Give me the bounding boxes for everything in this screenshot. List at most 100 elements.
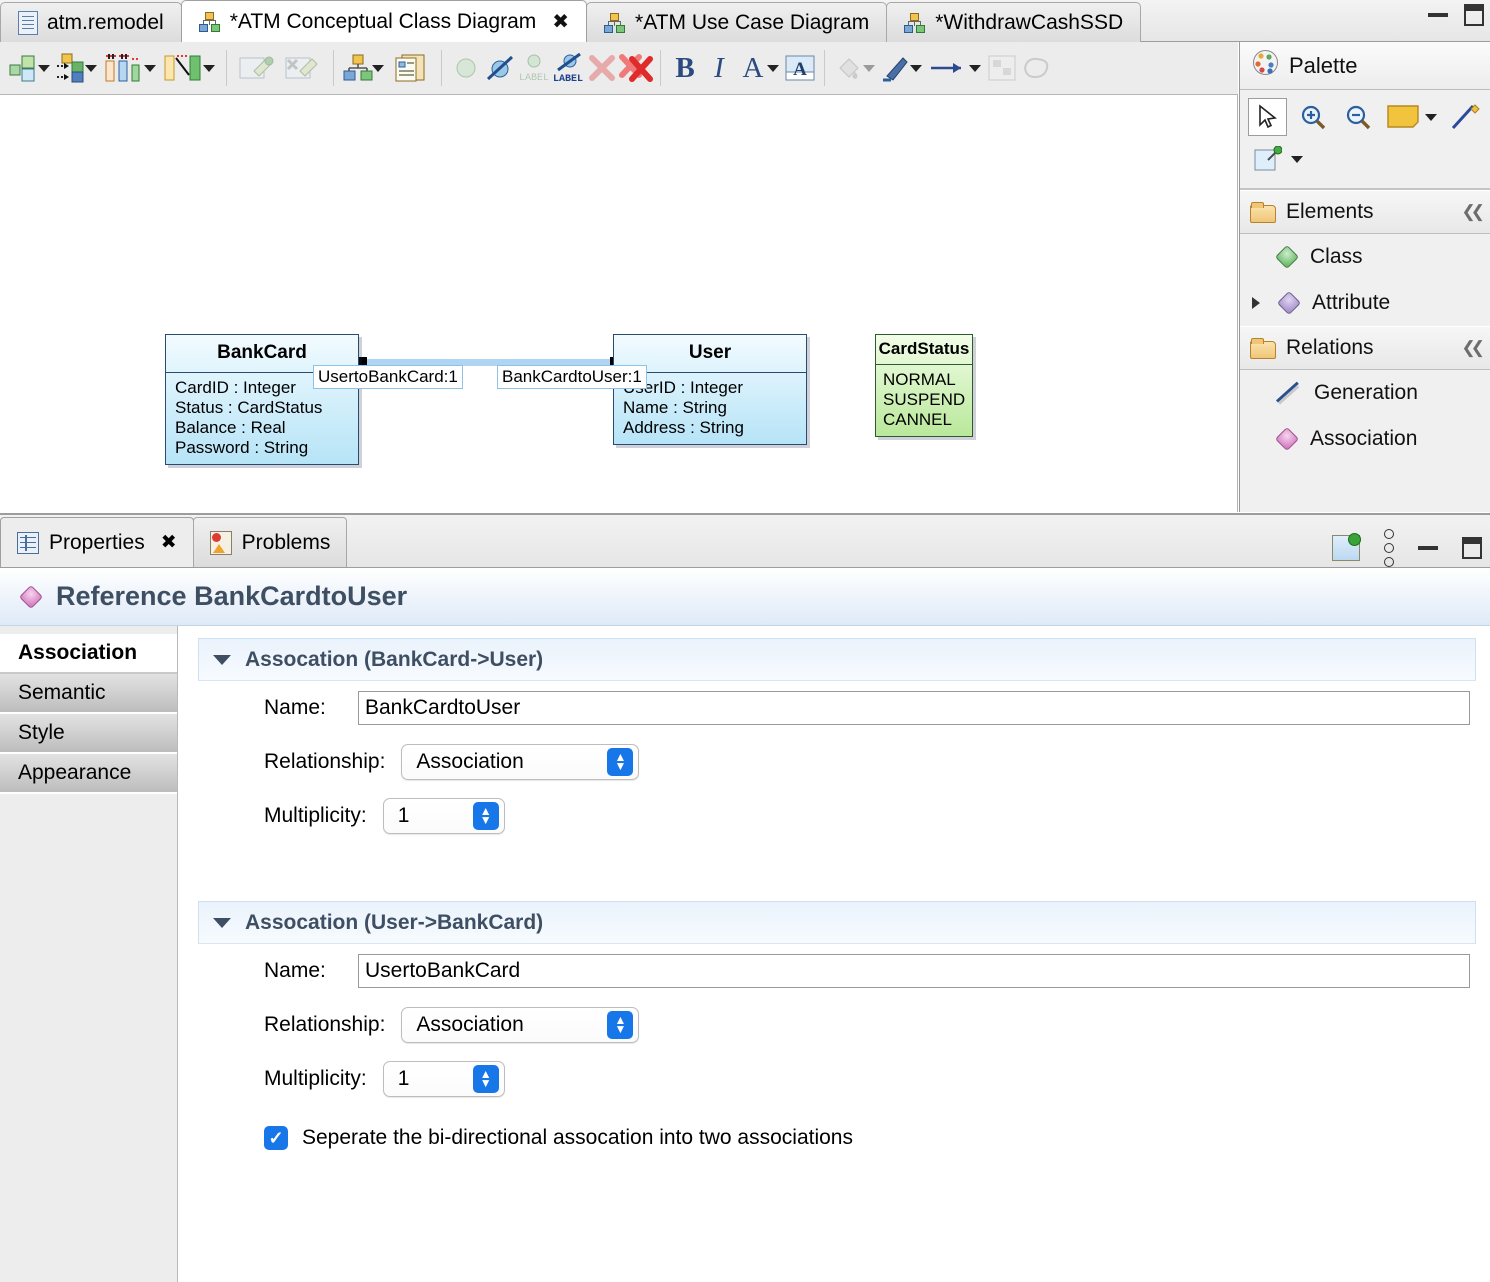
multiplicity-select[interactable]: 1 ▲ ▼ [382, 798, 505, 834]
fill-color-dropdown-icon[interactable] [863, 64, 875, 72]
double-chevron-icon[interactable]: ❮❮ [1462, 202, 1485, 222]
tab-properties[interactable]: Properties ✖ [0, 517, 194, 567]
stepper-icon[interactable]: ▲ ▼ [607, 748, 634, 776]
show-label-tool[interactable]: LABEL [517, 49, 551, 87]
stepper-icon[interactable]: ▲ ▼ [472, 802, 499, 830]
tab-association[interactable]: Association [0, 634, 177, 674]
maximize-icon[interactable] [1464, 4, 1484, 26]
chevron-right-icon[interactable] [1252, 297, 1260, 309]
section-header[interactable]: Assocation (User->BankCard) [199, 902, 1475, 944]
editor-tab-bar: atm.remodel *ATM Conceptual Class Diagram… [0, 0, 1490, 42]
shape-tool[interactable] [1019, 49, 1053, 87]
class-diagram-icon [604, 12, 626, 33]
note-dropdown-icon[interactable] [1425, 113, 1437, 121]
show-node-tool[interactable] [449, 49, 483, 87]
association-label-source[interactable]: UsertoBankCard:1 [313, 365, 463, 389]
delete-element-tool[interactable] [585, 49, 619, 87]
line-style-dropdown-icon[interactable] [969, 64, 981, 72]
delete-note-tool[interactable] [280, 49, 326, 87]
double-chevron-icon[interactable]: ❮❮ [1462, 338, 1485, 358]
tab-appearance[interactable]: Appearance [0, 754, 177, 794]
editor-tab-label: *ATM Conceptual Class Diagram [229, 9, 537, 33]
line-color-dropdown-icon[interactable] [910, 64, 922, 72]
tab-style[interactable]: Style [0, 714, 177, 754]
zoom-in-tool[interactable] [1293, 98, 1332, 136]
add-class-dropdown-icon[interactable] [38, 64, 50, 72]
separate-association-checkbox[interactable]: ✓ [264, 1126, 288, 1150]
add-attribute-dropdown-icon[interactable] [144, 64, 156, 72]
delete-all-tool[interactable] [619, 49, 653, 87]
section-header[interactable]: Assocation (BankCard->User) [199, 639, 1475, 681]
uml-enumeration-cardstatus[interactable]: CardStatus NORMAL SUSPEND CANNEL [875, 334, 973, 437]
add-class-tool[interactable] [7, 49, 41, 87]
connection-tool[interactable] [1447, 98, 1486, 136]
note-tool[interactable] [1383, 98, 1422, 136]
font-tool[interactable]: A [783, 49, 817, 87]
chevron-down-icon[interactable] [213, 917, 231, 928]
minimize-icon[interactable] [1428, 13, 1448, 17]
italic-tool[interactable]: I [702, 49, 736, 87]
add-generation-tool[interactable] [160, 49, 206, 87]
line-style-tool[interactable] [926, 49, 972, 87]
pin-tool[interactable] [1248, 140, 1288, 178]
add-generation-dropdown-icon[interactable] [203, 64, 215, 72]
tab-problems[interactable]: Problems [192, 517, 348, 567]
bold-tool[interactable]: B [668, 49, 702, 87]
stepper-icon[interactable]: ▲ ▼ [472, 1065, 499, 1093]
palette-item-label: Attribute [1312, 291, 1391, 314]
relationship-select[interactable]: Association ▲ ▼ [401, 1007, 640, 1043]
uml-class-bankcard[interactable]: BankCard CardID : Integer Status : CardS… [165, 334, 359, 465]
close-icon[interactable]: ✖ [552, 12, 569, 32]
line-color-tool[interactable] [879, 49, 913, 87]
font-color-tool[interactable]: A [736, 49, 770, 87]
copy-diagram-tool[interactable] [388, 49, 434, 87]
association-label-target[interactable]: BankCardtoUser:1 [497, 365, 647, 389]
palette-section-relations[interactable]: Relations ❮❮ [1240, 326, 1490, 370]
font-color-dropdown-icon[interactable] [767, 64, 779, 72]
diagram-dropdown-icon[interactable] [372, 64, 384, 72]
diagram-tool[interactable] [341, 49, 375, 87]
editor-tab-2[interactable]: *ATM Use Case Diagram [586, 2, 888, 42]
editor-window-controls [1428, 4, 1484, 26]
minimize-icon[interactable] [1418, 546, 1438, 550]
multiplicity-select[interactable]: 1 ▲ ▼ [382, 1061, 505, 1097]
hide-node-tool[interactable] [483, 49, 517, 87]
layout-tool[interactable] [985, 49, 1019, 87]
multiplicity-label: Multiplicity: [264, 804, 367, 827]
pin-icon[interactable] [1332, 533, 1361, 561]
diagram-canvas[interactable]: BankCard CardID : Integer Status : CardS… [0, 95, 1238, 512]
pin-dropdown-icon[interactable] [1291, 155, 1303, 163]
maximize-icon[interactable] [1462, 537, 1482, 559]
separate-association-row: ✓ Seperate the bi-directional assocation… [198, 1114, 1476, 1162]
relationship-select[interactable]: Association ▲ ▼ [401, 744, 640, 780]
uml-class-user[interactable]: User UserID : Integer Name : String Addr… [613, 334, 807, 445]
name-input[interactable]: UsertoBankCard [358, 954, 1470, 988]
palette-item-generation[interactable]: Generation [1240, 370, 1490, 416]
hide-label-tool[interactable]: LABEL [551, 49, 585, 87]
fill-color-tool[interactable] [832, 49, 866, 87]
editor-tab-3[interactable]: *WithdrawCashSSD [886, 2, 1142, 42]
close-icon[interactable]: ✖ [161, 531, 177, 554]
add-attribute-tool[interactable] [101, 49, 147, 87]
palette-item-class[interactable]: Class [1240, 234, 1490, 280]
palette-item-attribute[interactable]: Attribute [1240, 280, 1490, 326]
stepper-icon[interactable]: ▲ ▼ [607, 1011, 634, 1039]
toolbar-group-visibility: LABEL LABEL [442, 42, 660, 95]
palette-section-elements[interactable]: Elements ❮❮ [1240, 190, 1490, 234]
relationship-value: Association [416, 750, 524, 773]
editor-tab-1[interactable]: *ATM Conceptual Class Diagram ✖ [180, 0, 588, 42]
chevron-down-icon[interactable] [213, 654, 231, 665]
select-tool[interactable] [1248, 98, 1288, 136]
editor-tab-0[interactable]: atm.remodel [0, 2, 182, 42]
add-association-dropdown-icon[interactable] [85, 64, 97, 72]
toolbar-group-text: B I A A [661, 42, 824, 95]
zoom-out-tool[interactable] [1338, 98, 1377, 136]
svg-text:A: A [793, 59, 807, 80]
add-association-tool[interactable] [54, 49, 88, 87]
name-input[interactable]: BankCardtoUser [358, 691, 1470, 725]
three-dots-icon[interactable] [1384, 529, 1394, 567]
palette-item-association[interactable]: Association [1240, 416, 1490, 462]
add-note-tool[interactable] [234, 49, 280, 87]
tab-semantic[interactable]: Semantic [0, 674, 177, 714]
purple-diamond-icon [1278, 292, 1300, 314]
